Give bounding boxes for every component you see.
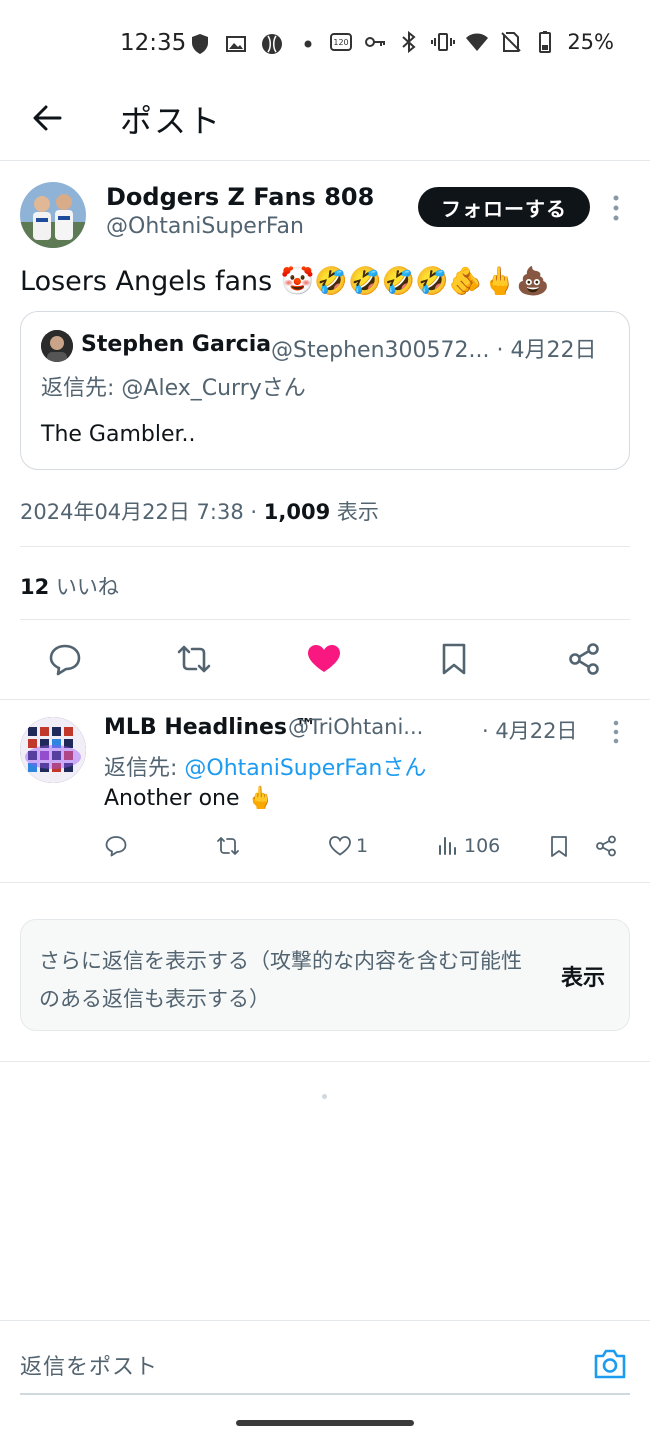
battery-icon [539, 31, 552, 53]
divider [20, 619, 630, 620]
reply-text: Another one 🖕 [104, 786, 274, 811]
reply-more-options-icon[interactable] [606, 718, 626, 746]
views-label: 表示 [330, 500, 379, 524]
views-count: 1,009 [263, 500, 331, 524]
reply-to-line: 返信先: @OhtaniSuperFanさん [104, 750, 426, 782]
status-bar: 12:35 120 25% [0, 0, 650, 90]
repost-icon[interactable] [176, 641, 212, 677]
no-sim-icon [501, 32, 522, 52]
key-icon [365, 37, 386, 47]
divider [20, 546, 630, 547]
reply-compose-input[interactable]: 返信をポスト [20, 1349, 158, 1381]
top-bar: ポスト [0, 90, 650, 161]
show-more-replies-card[interactable]: さらに返信を表示する（攻撃的な内容を含む可能性のある返信も表示する） 表示 [20, 919, 630, 1031]
reply-like-count: 1 [356, 835, 369, 857]
compose-underline [20, 1393, 630, 1395]
author-name[interactable]: Dodgers Z Fans 808 [106, 183, 374, 211]
svg-text:120: 120 [334, 38, 349, 47]
quoted-text: The Gambler.. [41, 422, 196, 447]
battery-percent: 25% [567, 30, 614, 54]
post-meta: 2024年04月22日 7:38 · 1,009 表示 [20, 496, 379, 526]
likes-label: いいね [49, 575, 119, 599]
reply-like-button[interactable]: 1 [328, 832, 368, 860]
reply-date: · 4月22日 [482, 719, 578, 743]
quoted-author-handle-date: @Stephen300572... · 4月22日 [271, 338, 597, 363]
reply-to-prefix: 返信先: [104, 756, 185, 781]
back-arrow-icon[interactable] [28, 98, 68, 138]
reply-reply-button[interactable] [104, 832, 128, 860]
refresh-rate-icon: 120 [330, 33, 353, 51]
wifi-icon [466, 33, 489, 51]
shield-icon [192, 34, 208, 54]
baseball-icon [262, 34, 282, 54]
vibrate-icon [431, 33, 456, 51]
reply-author-name[interactable]: MLB Headlines ™ [104, 715, 317, 740]
repost-icon [217, 837, 239, 855]
reply-to-handle-link[interactable]: @OhtaniSuperFanさん [184, 756, 426, 781]
loading-dot [322, 1094, 327, 1099]
show-more-replies-text: さらに返信を表示する（攻撃的な内容を含む可能性のある返信も表示する） [39, 949, 522, 1011]
reply-author-avatar[interactable] [20, 717, 86, 783]
status-time: 12:35 [120, 30, 187, 56]
gallery-icon [226, 36, 246, 52]
quoted-author-avatar [41, 330, 73, 362]
quoted-author-name: Stephen Garcia [81, 332, 272, 357]
more-options-icon[interactable] [606, 192, 626, 224]
dot-icon [304, 40, 312, 48]
reply-views-button[interactable]: 106 [436, 832, 500, 860]
bookmark-icon [551, 836, 567, 857]
reply-icon[interactable] [47, 641, 83, 677]
post-text: Losers Angels fans 🤡🤣🤣🤣🤣🫵🖕💩 [20, 266, 550, 297]
reply-share-button[interactable] [594, 832, 618, 860]
author-avatar[interactable] [20, 182, 86, 248]
quoted-reply-to: 返信先: @Alex_Curryさん [41, 376, 306, 401]
home-indicator[interactable] [236, 1420, 414, 1426]
divider [0, 699, 650, 700]
divider [0, 1061, 650, 1062]
reply-repost-button[interactable] [216, 832, 240, 860]
share-icon[interactable] [566, 641, 602, 677]
share-icon [596, 835, 616, 857]
likes-summary[interactable]: 12 いいね [20, 571, 119, 601]
divider [0, 882, 650, 883]
camera-icon[interactable] [592, 1347, 628, 1381]
bluetooth-icon [402, 30, 416, 54]
bookmark-icon[interactable] [436, 641, 472, 677]
likes-count: 12 [20, 575, 50, 599]
post-timestamp: 2024年04月22日 7:38 · [20, 500, 264, 524]
like-heart-filled-icon[interactable] [306, 641, 342, 677]
reply-views-count: 106 [464, 835, 501, 857]
post-action-bar [0, 621, 650, 699]
quoted-post[interactable]: Stephen Garcia @Stephen300572... · 4月22日… [20, 311, 630, 470]
page-title: ポスト [120, 102, 223, 140]
heart-icon [329, 836, 351, 856]
follow-button[interactable]: フォローする [418, 187, 590, 227]
author-handle[interactable]: @OhtaniSuperFan [106, 214, 304, 239]
reply-author-handle[interactable]: @TriOhtani... [288, 715, 423, 739]
reply-icon [105, 836, 127, 857]
reply-compose-bar: 返信をポスト [0, 1320, 650, 1396]
show-more-replies-button[interactable]: 表示 [561, 960, 605, 992]
views-chart-icon [439, 837, 456, 855]
reply-bookmark-button[interactable] [547, 832, 571, 860]
